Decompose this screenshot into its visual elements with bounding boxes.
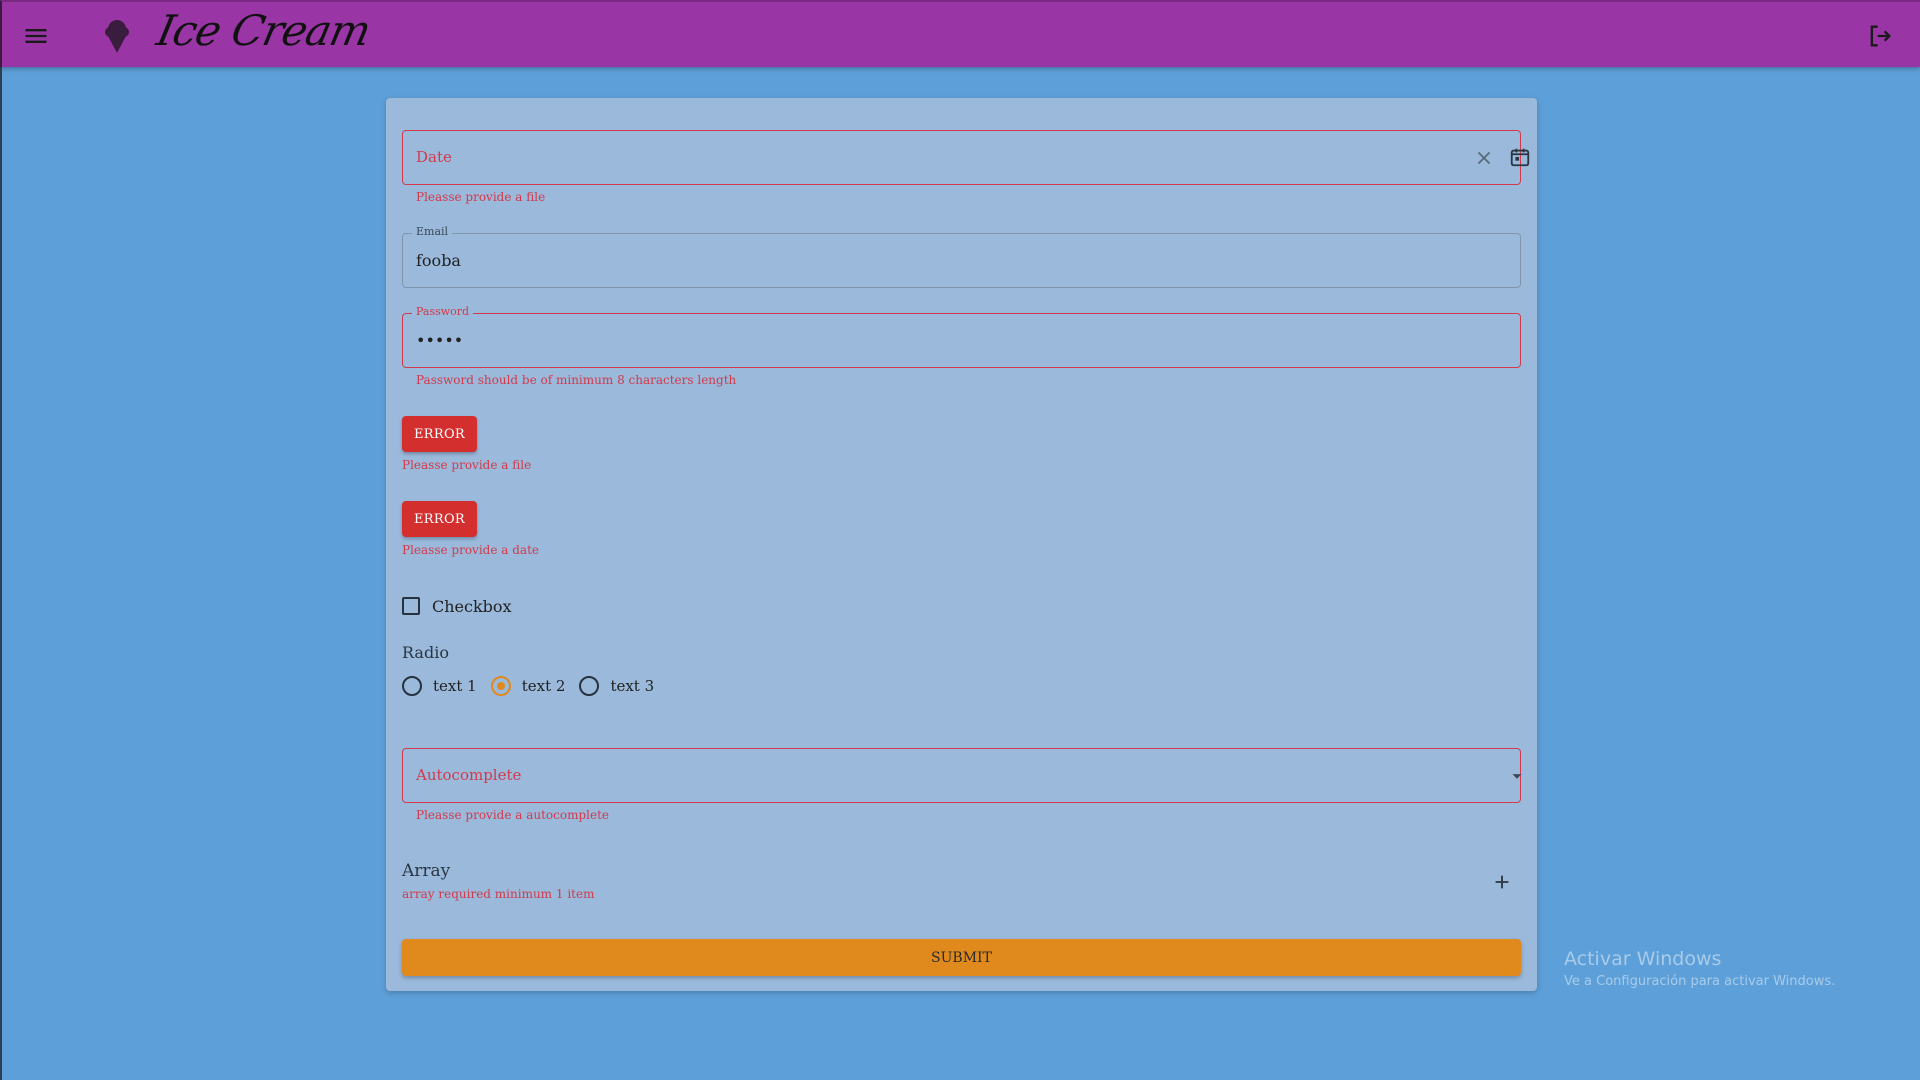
- autocomplete-placeholder: Autocomplete: [416, 766, 522, 784]
- arrow-drop-down-icon[interactable]: [1506, 765, 1528, 787]
- radio-label: text 3: [610, 677, 655, 695]
- array-error-text: array required minimum 1 item: [402, 887, 595, 901]
- password-error-text: Password should be of minimum 8 characte…: [416, 373, 737, 387]
- date-error-text: Pleasse provide a file: [416, 190, 546, 204]
- file-upload-button[interactable]: ERROR: [402, 416, 477, 452]
- autocomplete-field[interactable]: Autocomplete: [402, 748, 1522, 803]
- watermark-subtitle: Ve a Configuración para activar Windows.: [1564, 974, 1836, 989]
- calendar-icon[interactable]: [1509, 146, 1531, 168]
- date-placeholder: Date: [416, 148, 452, 166]
- add-item-icon[interactable]: [1491, 871, 1513, 893]
- email-field[interactable]: Email fooba: [402, 225, 1521, 288]
- logout-icon[interactable]: [1866, 22, 1894, 50]
- app-bar: Ice Cream: [0, 0, 1920, 67]
- password-label: Password: [412, 305, 474, 318]
- radio-button[interactable]: [402, 676, 422, 696]
- windows-activation-watermark: Activar Windows Ve a Configuración para …: [1564, 948, 1835, 989]
- password-field[interactable]: Password •••••: [402, 305, 1521, 368]
- radio-label: text 2: [521, 677, 566, 695]
- app-brand-title: Ice Cream: [152, 6, 375, 55]
- email-label: Email: [412, 225, 453, 238]
- radio-group: text 1 text 2 text 3: [402, 674, 668, 698]
- checkbox-box[interactable]: [402, 597, 420, 615]
- ice-cream-logo-icon: [103, 18, 131, 54]
- radio-option-text-2[interactable]: text 2: [490, 676, 566, 696]
- checkbox-control[interactable]: Checkbox: [402, 594, 512, 618]
- date-button-error-text: Pleasse provide a date: [402, 543, 539, 557]
- submit-button[interactable]: SUBMIT: [402, 939, 1521, 976]
- radio-group-title: Radio: [402, 643, 449, 662]
- form-card: Date Pleasse provide a file Email fooba …: [386, 98, 1537, 991]
- radio-button-selected[interactable]: [490, 676, 511, 696]
- date-picker-button[interactable]: ERROR: [402, 501, 477, 537]
- radio-option-text-1[interactable]: text 1: [402, 676, 477, 696]
- file-error-text: Pleasse provide a file: [402, 458, 532, 472]
- autocomplete-error-text: Pleasse provide a autocomplete: [416, 808, 610, 822]
- password-value: •••••: [416, 331, 464, 350]
- checkbox-label: Checkbox: [432, 596, 512, 616]
- radio-option-text-3[interactable]: text 3: [579, 676, 654, 696]
- radio-label: text 1: [433, 677, 477, 695]
- watermark-title: Activar Windows: [1564, 948, 1722, 970]
- close-icon[interactable]: [1473, 147, 1495, 169]
- radio-button[interactable]: [579, 676, 600, 696]
- left-edge-divider: [0, 67, 2, 1080]
- date-field[interactable]: Date: [402, 130, 1530, 185]
- email-value: fooba: [416, 251, 461, 270]
- menu-icon[interactable]: [22, 22, 50, 50]
- array-title: Array: [402, 861, 451, 881]
